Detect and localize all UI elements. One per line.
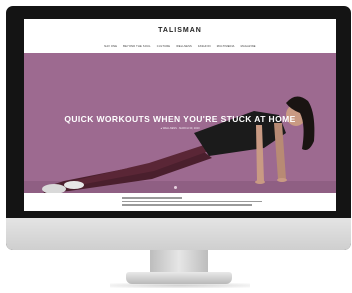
nav-item-culture[interactable]: CULTURE bbox=[157, 45, 170, 48]
nav-item-wellness[interactable]: WELLNESS bbox=[176, 45, 192, 48]
monitor-chin bbox=[6, 218, 351, 250]
nav-item-fashion[interactable]: FASHION bbox=[198, 45, 211, 48]
website-screen: TALISMAN NAV ONE BEYOND THE SOUL CULTURE… bbox=[24, 19, 336, 211]
monitor-stand-neck bbox=[150, 250, 208, 274]
nav-item-magazine[interactable]: MAGAZINE bbox=[241, 45, 256, 48]
nav-item-multimedia[interactable]: MULTIMEDIA bbox=[217, 45, 235, 48]
monitor-stand-base bbox=[126, 272, 232, 284]
excerpt-line bbox=[122, 197, 182, 199]
excerpt-line bbox=[122, 200, 262, 202]
nav-item-1[interactable]: NAV ONE bbox=[104, 45, 117, 48]
slider-dot[interactable] bbox=[174, 186, 177, 189]
article-excerpt-placeholder bbox=[122, 197, 262, 208]
site-logo[interactable]: TALISMAN bbox=[24, 27, 336, 34]
hero-title[interactable]: QUICK WORKOUTS WHEN YOU'RE STUCK AT HOME bbox=[24, 114, 336, 124]
monitor: TALISMAN NAV ONE BEYOND THE SOUL CULTURE… bbox=[6, 6, 351, 250]
hero-meta: ● WELLNESS · MARCH 30, 2020 bbox=[160, 127, 200, 130]
nav-item-beyond-the-soul[interactable]: BEYOND THE SOUL bbox=[123, 45, 151, 48]
slider-dots bbox=[174, 186, 177, 189]
excerpt-line bbox=[122, 204, 252, 206]
main-nav: NAV ONE BEYOND THE SOUL CULTURE WELLNESS… bbox=[24, 45, 336, 48]
hero-slider[interactable]: QUICK WORKOUTS WHEN YOU'RE STUCK AT HOME… bbox=[24, 53, 336, 193]
